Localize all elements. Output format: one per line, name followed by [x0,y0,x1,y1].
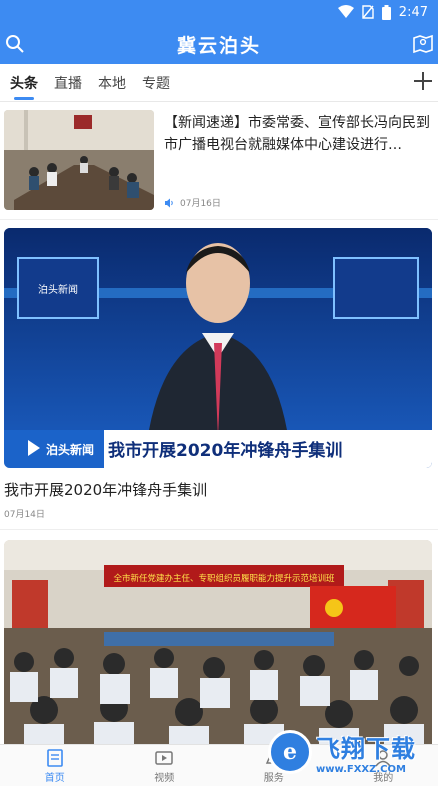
news-meta: 07月16日 [164,196,221,209]
watermark-logo-icon: e [268,730,312,774]
watermark-text: 飞翔下载 [316,735,416,763]
news-item[interactable]: 全市新任党建办主任、专职组织员履职能力提升示范培训班 [0,530,438,744]
video-logo-text: 泊头新闻 [46,442,94,457]
tab-headline[interactable]: 头条 [10,64,38,102]
news-item[interactable]: 【新闻速递】市委常委、宣传部长冯向民到市广播电视台就融媒体中心建设进行… 07月… [0,102,438,220]
nav-label: 首页 [44,772,65,784]
video-icon [155,750,173,765]
news-title: 我市开展2020年冲锋舟手集训 [4,481,208,499]
home-icon [46,748,63,767]
tab-live[interactable]: 直播 [54,64,82,102]
app-title: 冀云泊头 [176,34,261,57]
video-thumbnail[interactable]: 泊头新闻 泊头新闻 我市开展2020年冲锋舟手集训 [4,228,432,468]
news-photo: 全市新任党建办主任、专职组织员履职能力提升示范培训班 [4,540,432,744]
nav-video[interactable]: 视频 [110,745,220,786]
app-header: 冀云泊头 [0,24,438,64]
news-date: 07月14日 [4,510,45,520]
tab-topic[interactable]: 专题 [142,64,170,102]
watermark: e 飞翔下载 www.FXXZ.COM [268,726,430,778]
news-title: 【新闻速递】市委常委、宣传部长冯向民到市广播电视台就融媒体中心建设进行… [164,115,430,153]
news-item[interactable]: 泊头新闻 泊头新闻 我市开展2020年冲锋舟手集训 我市开展2020年冲锋舟手集… [0,220,438,530]
wifi-icon [337,5,354,18]
battery-icon [381,4,391,20]
category-tabs: 头条 直播 本地 专题 [0,64,438,102]
video-caption: 我市开展2020年冲锋舟手集训 [108,440,342,461]
meeting-banner-text: 全市新任党建办主任、专职组织员履职能力提升示范培训班 [113,573,335,584]
news-thumbnail [4,110,154,210]
nav-label: 视频 [154,772,175,784]
status-bar: 2:47 [0,0,438,24]
no-sim-icon [362,5,374,19]
screen-logo-text: 泊头新闻 [38,283,78,296]
add-channel-icon[interactable] [412,70,434,92]
map-icon[interactable] [412,33,434,55]
watermark-url: www.FXXZ.COM [316,764,406,775]
status-time: 2:47 [398,4,428,20]
news-date: 07月16日 [180,199,221,209]
search-icon[interactable] [4,33,26,55]
tab-local[interactable]: 本地 [98,64,126,102]
audio-icon [165,198,173,207]
nav-home[interactable]: 首页 [0,745,110,786]
